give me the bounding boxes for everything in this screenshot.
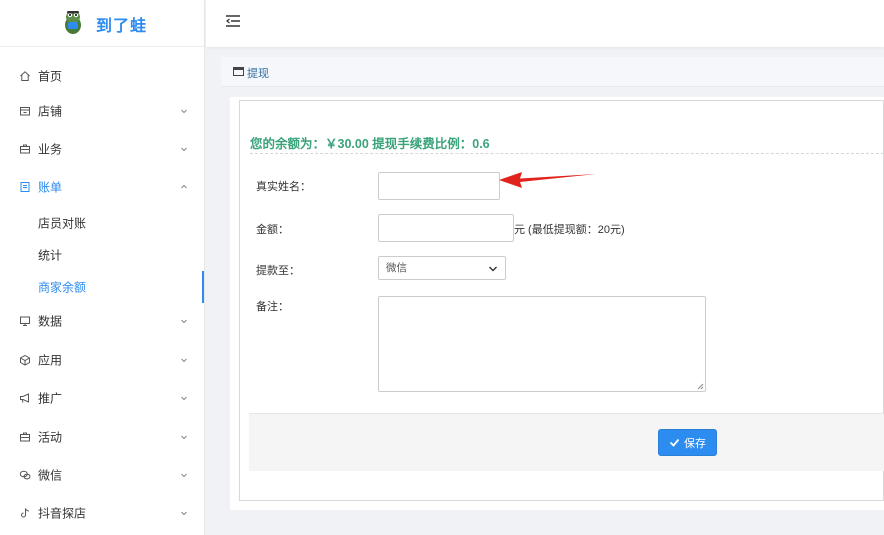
real-name-label: 真实姓名： [256, 181, 311, 193]
megaphone-icon [18, 391, 32, 405]
sidebar-item-bill[interactable]: 账单 [0, 168, 204, 206]
sidebar-item-label: 店铺 [38, 104, 63, 119]
brand-name: 到了蛙 [96, 18, 148, 35]
sidebar-item-data[interactable]: 数据 [0, 302, 204, 340]
check-icon [669, 438, 680, 447]
menu-fold-icon[interactable] [224, 12, 242, 30]
bill-icon [18, 180, 32, 194]
sidebar-item-label: 账单 [38, 180, 63, 195]
sidebar-subitem-statistics[interactable]: 统计 [0, 239, 204, 271]
sidebar-item-label: 首页 [38, 69, 63, 84]
sidebar-item-douyin-store-visit[interactable]: 抖音探店 [0, 494, 204, 532]
activity-icon [18, 430, 32, 444]
sidebar-item-label: 数据 [38, 314, 63, 329]
sidebar-item-label: 微信 [38, 468, 63, 483]
chevron-down-icon [489, 266, 497, 272]
breadcrumb-current[interactable]: 提现 [247, 65, 269, 81]
wechat-icon [18, 468, 32, 482]
sidebar-subitem-label: 统计 [38, 248, 63, 263]
cube-icon [18, 353, 32, 367]
chevron-down-icon [181, 396, 187, 401]
balance-summary: 您的余额为：￥30.00 提现手续费比例：0.6 [250, 137, 490, 151]
briefcase-icon [18, 142, 32, 156]
sidebar-item-home[interactable]: 首页 [0, 57, 204, 95]
sidebar-item-activity[interactable]: 活动 [0, 418, 204, 456]
sidebar-subitem-label: 店员对账 [38, 216, 87, 231]
amount-input[interactable] [378, 214, 514, 242]
sidebar-subitem-merchant-balance[interactable]: 商家余额 [0, 271, 204, 303]
chevron-down-icon [181, 435, 187, 440]
chevron-down-icon [181, 109, 187, 114]
chevron-up-icon [181, 184, 187, 189]
sidebar: 到了蛙 首页 店铺 业务 账单 店员对账 统计 商家余额 数据 应用 推广 活动… [0, 0, 205, 535]
sidebar-item-apps[interactable]: 应用 [0, 341, 204, 379]
sidebar-item-label: 抖音探店 [38, 506, 87, 521]
chevron-down-icon [181, 147, 187, 152]
sidebar-item-wechat[interactable]: 微信 [0, 456, 204, 494]
sidebar-item-label: 推广 [38, 391, 63, 406]
real-name-input[interactable] [378, 172, 500, 200]
card-icon [233, 67, 244, 76]
chevron-down-icon [181, 358, 187, 363]
save-button[interactable]: 保存 [658, 429, 717, 456]
divider [250, 153, 884, 154]
sidebar-item-label: 业务 [38, 142, 63, 157]
sidebar-item-label: 应用 [38, 353, 63, 368]
remark-textarea[interactable] [378, 296, 706, 392]
resize-grip-icon[interactable] [696, 382, 704, 390]
tiktok-icon [18, 506, 32, 520]
top-header [206, 0, 884, 47]
form-actions-bar [249, 413, 884, 471]
withdraw-to-selected: 微信 [386, 262, 407, 274]
save-button-label: 保存 [684, 437, 706, 450]
breadcrumb: 提现 [221, 57, 884, 87]
sidebar-item-business[interactable]: 业务 [0, 130, 204, 168]
sidebar-subitem-label: 商家余额 [38, 280, 87, 295]
chevron-down-icon [181, 511, 187, 516]
withdraw-to-label: 提款至： [256, 265, 300, 277]
chevron-down-icon [181, 319, 187, 324]
sidebar-item-promotion[interactable]: 推广 [0, 379, 204, 417]
store-icon [18, 104, 32, 118]
chevron-down-icon [181, 473, 187, 478]
sidebar-item-store[interactable]: 店铺 [0, 92, 204, 130]
frog-logo-icon [65, 11, 81, 34]
monitor-icon [18, 314, 32, 328]
remark-label: 备注： [256, 301, 289, 313]
home-icon [18, 69, 32, 83]
amount-label: 金额： [256, 224, 289, 236]
withdraw-to-select[interactable]: 微信 [378, 256, 506, 280]
sidebar-subitem-staff-reconcile[interactable]: 店员对账 [0, 207, 204, 239]
logo-area: 到了蛙 [0, 0, 204, 47]
sidebar-item-label: 活动 [38, 430, 63, 445]
amount-note: 元 (最低提现额：20元) [514, 224, 625, 236]
